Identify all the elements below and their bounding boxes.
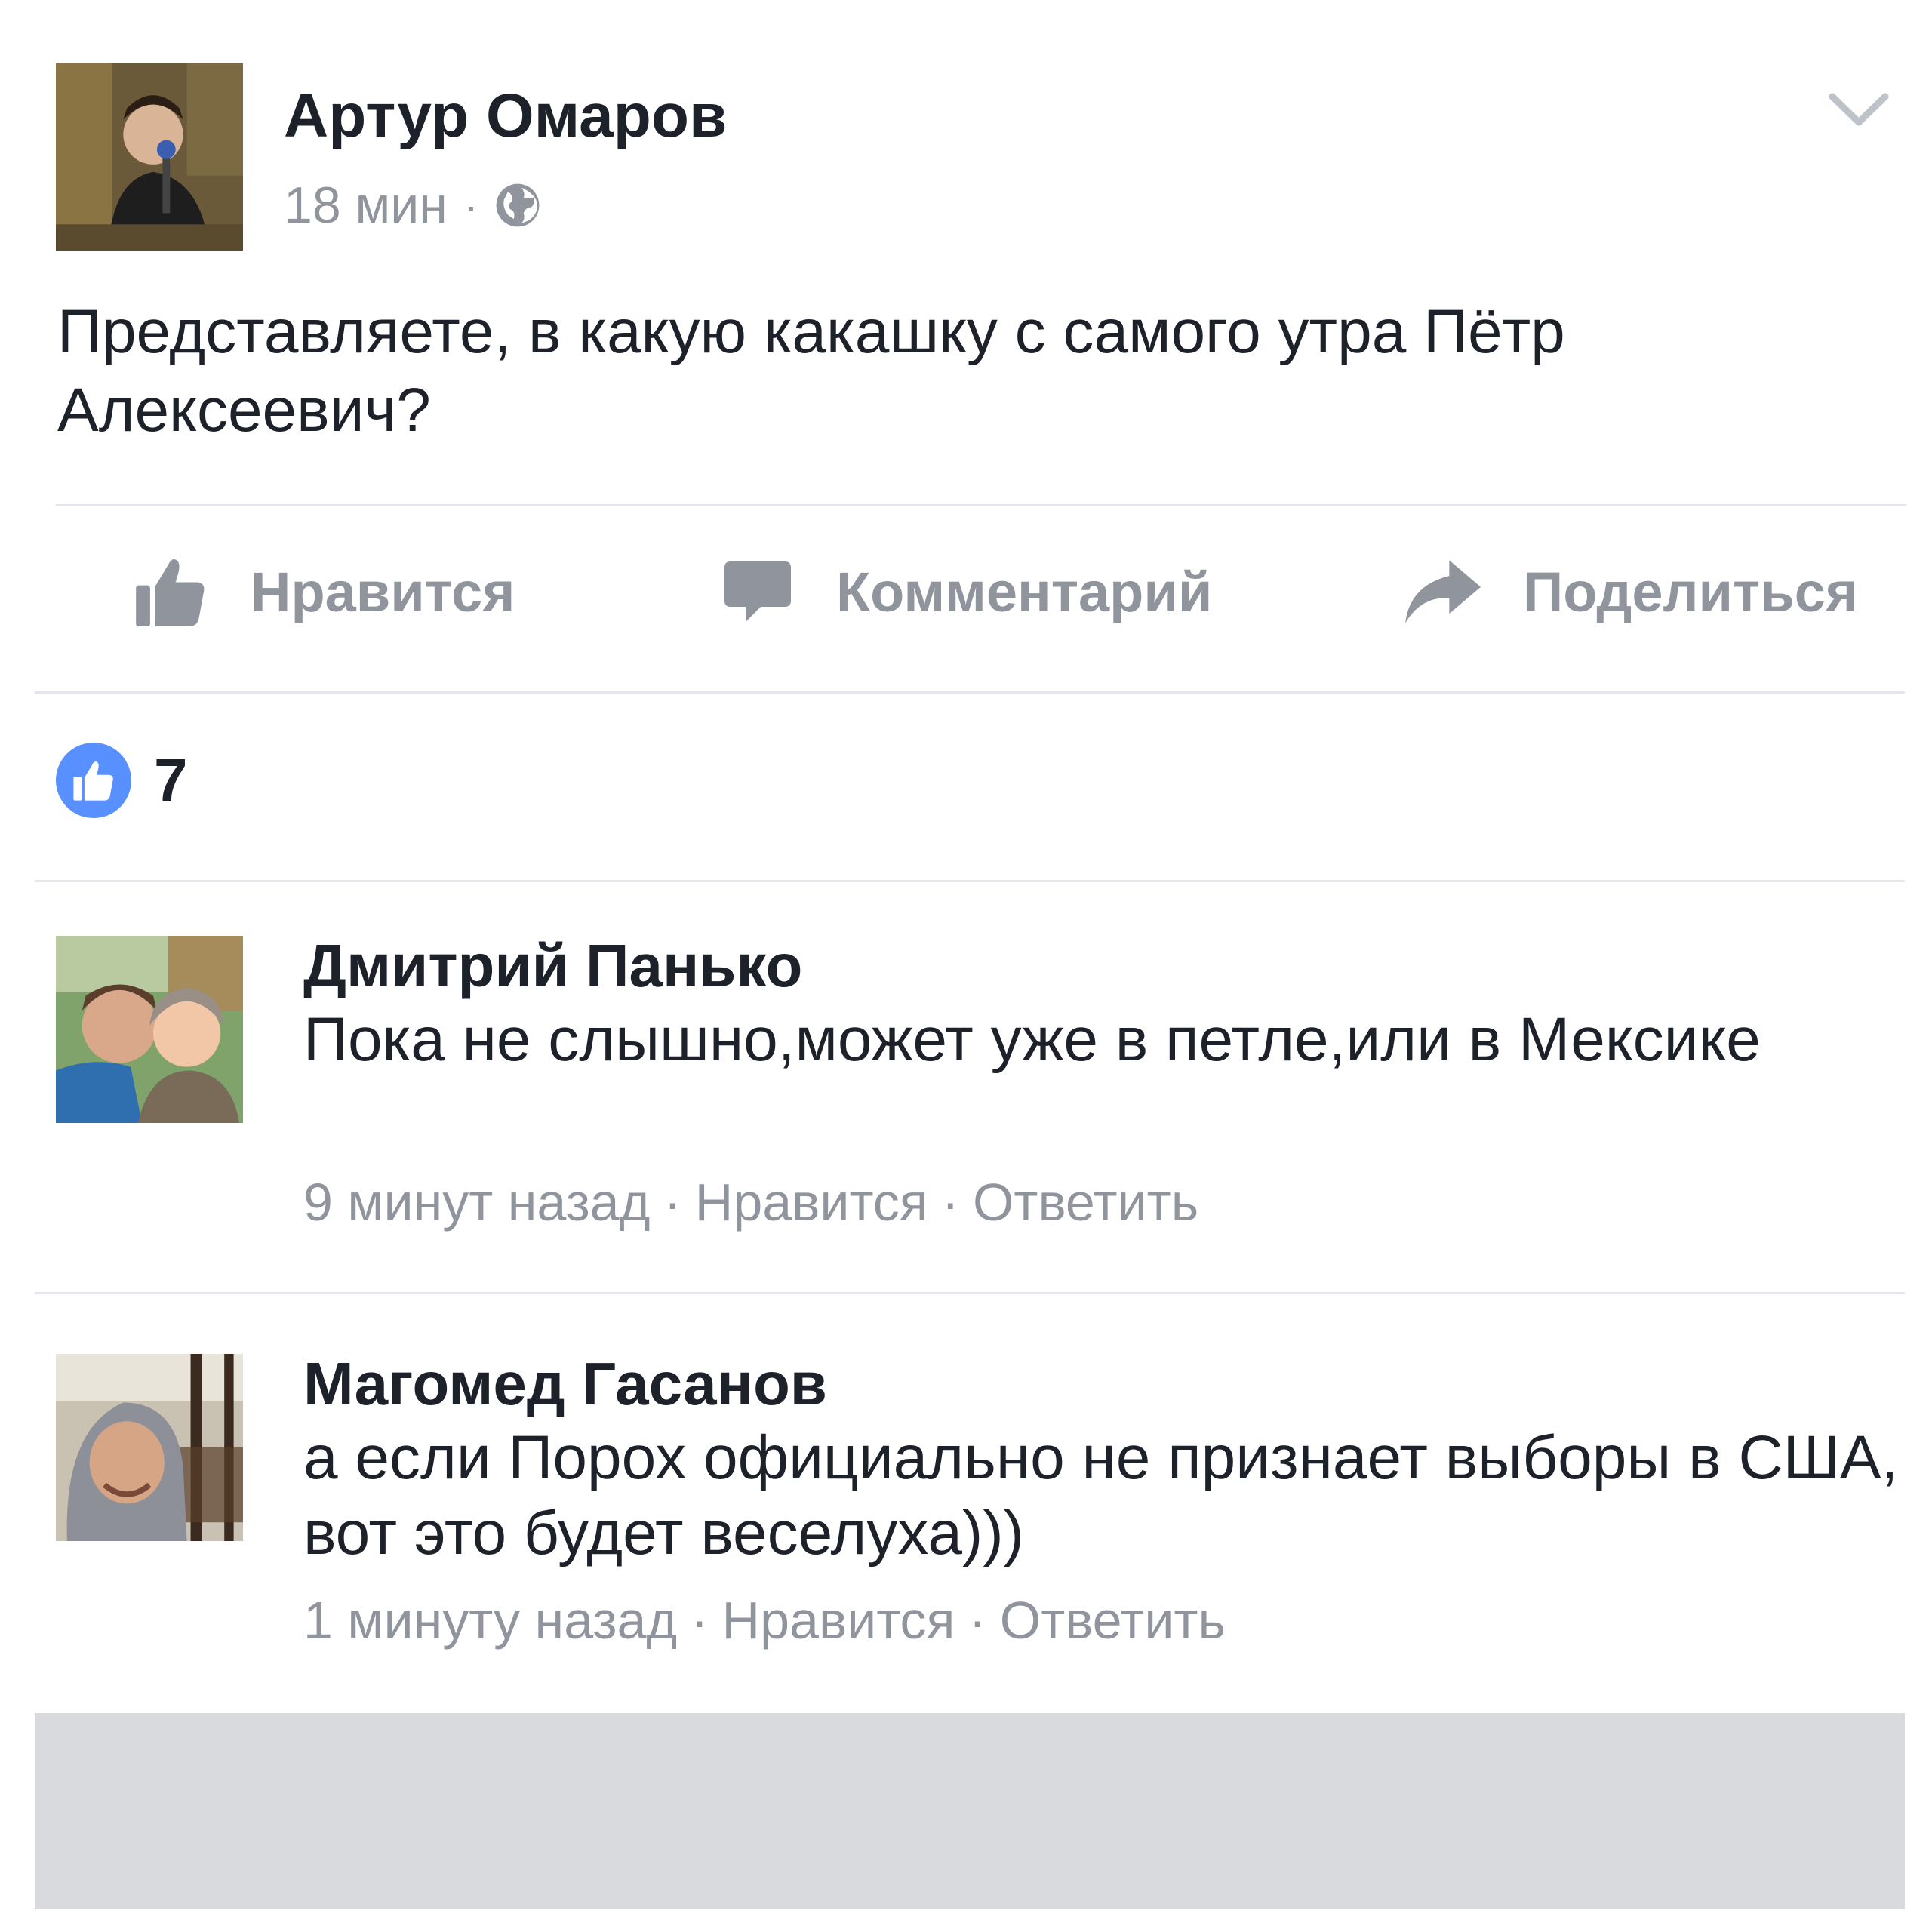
author-avatar[interactable] xyxy=(56,63,243,251)
like-button[interactable]: Нравится xyxy=(133,546,515,637)
globe-icon xyxy=(497,183,540,227)
comment-text: а если Порох официально не признает выбо… xyxy=(303,1423,1899,1567)
comment-like-link[interactable]: Нравится xyxy=(695,1173,928,1232)
meta-separator: · xyxy=(463,181,478,229)
share-button-label: Поделиться xyxy=(1523,560,1859,623)
thumbs-up-icon xyxy=(136,558,205,626)
post-meta: 18 мин · xyxy=(284,175,541,235)
divider xyxy=(35,880,1905,882)
comment-button[interactable]: Комментарий xyxy=(721,546,1212,637)
comment-reply-link[interactable]: Ответить xyxy=(973,1173,1198,1232)
commenter-avatar[interactable] xyxy=(56,936,243,1123)
post-author-name[interactable]: Артур Омаров xyxy=(284,78,727,154)
like-reaction-icon xyxy=(56,743,131,818)
comment-timestamp[interactable]: 1 минуту назад xyxy=(303,1591,677,1650)
comment-reply-link[interactable]: Ответить xyxy=(1000,1591,1226,1650)
post-timestamp[interactable]: 18 мин xyxy=(284,176,448,235)
post-text: Представляете, в какую какашку с самого … xyxy=(57,297,1565,445)
like-button-label: Нравится xyxy=(251,560,515,623)
comment-button-label: Комментарий xyxy=(836,560,1213,623)
divider xyxy=(56,504,1906,506)
meta-separator: · xyxy=(968,1591,986,1650)
comment-author-name[interactable]: Дмитрий Панько xyxy=(303,930,802,1002)
comment-timestamp[interactable]: 9 минут назад xyxy=(303,1173,650,1232)
divider xyxy=(35,691,1905,694)
divider xyxy=(35,1292,1905,1294)
share-button[interactable]: Поделиться xyxy=(1405,546,1858,637)
chevron-down-icon[interactable] xyxy=(1826,83,1891,136)
comment-meta: 9 минут назад · Нравится · Ответить xyxy=(303,1168,1198,1236)
comment-meta: 1 минуту назад · Нравится · Ответить xyxy=(303,1586,1226,1654)
meta-separator: · xyxy=(941,1173,959,1232)
meta-separator: · xyxy=(691,1591,709,1650)
comment-like-link[interactable]: Нравится xyxy=(722,1591,955,1650)
comment-text: Пока не слышно,может уже в петле,или в М… xyxy=(303,1005,1761,1074)
comment-icon xyxy=(724,561,791,622)
reactions-summary[interactable]: 7 xyxy=(56,741,188,820)
share-icon xyxy=(1405,560,1481,623)
commenter-avatar[interactable] xyxy=(56,1354,243,1541)
meta-separator: · xyxy=(663,1173,681,1232)
comment-composer-area xyxy=(35,1713,1905,1909)
like-count: 7 xyxy=(154,746,188,814)
comment-author-name[interactable]: Магомед Гасанов xyxy=(303,1348,827,1420)
